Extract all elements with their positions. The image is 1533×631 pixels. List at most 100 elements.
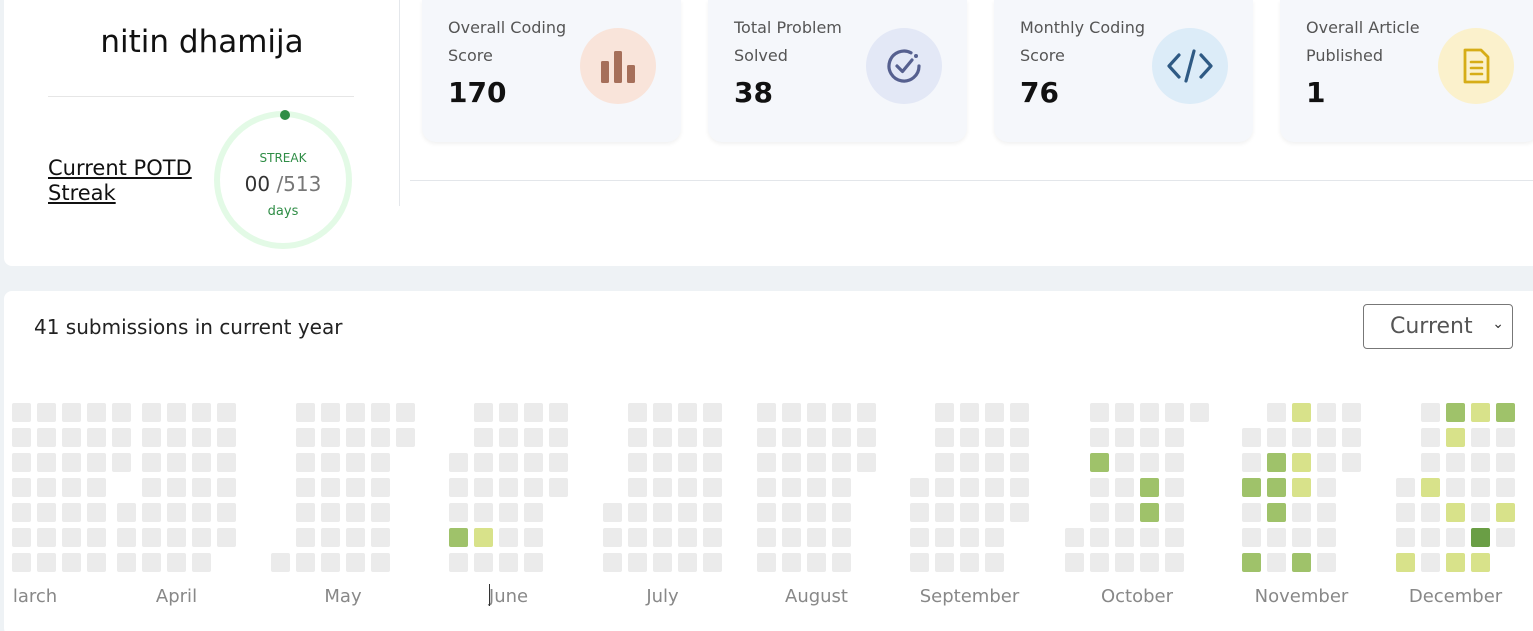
heatmap-day-cell[interactable] [757,453,776,472]
heatmap-day-cell[interactable] [1317,403,1336,422]
heatmap-day-cell[interactable] [807,528,826,547]
heatmap-day-cell[interactable] [1115,403,1134,422]
heatmap-day-cell[interactable] [910,553,929,572]
heatmap-day-cell[interactable] [782,503,801,522]
heatmap-day-cell[interactable] [1317,528,1336,547]
heatmap-day-cell[interactable] [12,403,31,422]
heatmap-day-cell[interactable] [142,528,161,547]
heatmap-day-cell[interactable] [296,503,315,522]
heatmap-day-cell[interactable] [1292,553,1311,572]
heatmap-day-cell[interactable] [1242,503,1261,522]
heatmap-day-cell[interactable] [346,478,365,497]
heatmap-day-cell[interactable] [346,403,365,422]
heatmap-day-cell[interactable] [37,428,56,447]
heatmap-day-cell[interactable] [549,428,568,447]
heatmap-day-cell[interactable] [1010,428,1029,447]
heatmap-day-cell[interactable] [87,528,106,547]
heatmap-day-cell[interactable] [524,553,543,572]
heatmap-day-cell[interactable] [653,453,672,472]
heatmap-day-cell[interactable] [832,453,851,472]
heatmap-day-cell[interactable] [935,453,954,472]
heatmap-day-cell[interactable] [1421,403,1440,422]
heatmap-day-cell[interactable] [524,503,543,522]
heatmap-day-cell[interactable] [167,428,186,447]
heatmap-day-cell[interactable] [678,528,697,547]
heatmap-day-cell[interactable] [321,553,340,572]
heatmap-day-cell[interactable] [678,428,697,447]
heatmap-day-cell[interactable] [910,503,929,522]
heatmap-day-cell[interactable] [499,403,518,422]
heatmap-day-cell[interactable] [1421,503,1440,522]
heatmap-day-cell[interactable] [321,428,340,447]
heatmap-day-cell[interactable] [807,428,826,447]
heatmap-day-cell[interactable] [1010,453,1029,472]
heatmap-day-cell[interactable] [62,503,81,522]
heatmap-day-cell[interactable] [703,403,722,422]
heatmap-day-cell[interactable] [1471,428,1490,447]
heatmap-day-cell[interactable] [1165,478,1184,497]
heatmap-day-cell[interactable] [653,478,672,497]
heatmap-day-cell[interactable] [321,528,340,547]
heatmap-day-cell[interactable] [1446,553,1465,572]
heatmap-day-cell[interactable] [142,403,161,422]
heatmap-day-cell[interactable] [1140,478,1159,497]
heatmap-day-cell[interactable] [1496,403,1515,422]
heatmap-day-cell[interactable] [782,428,801,447]
heatmap-day-cell[interactable] [678,403,697,422]
heatmap-day-cell[interactable] [1165,453,1184,472]
heatmap-day-cell[interactable] [1496,528,1515,547]
heatmap-day-cell[interactable] [87,428,106,447]
heatmap-day-cell[interactable] [960,553,979,572]
heatmap-day-cell[interactable] [1317,428,1336,447]
heatmap-day-cell[interactable] [12,528,31,547]
heatmap-day-cell[interactable] [296,553,315,572]
heatmap-day-cell[interactable] [1471,453,1490,472]
heatmap-day-cell[interactable] [628,528,647,547]
heatmap-day-cell[interactable] [371,478,390,497]
heatmap-day-cell[interactable] [474,528,493,547]
heatmap-day-cell[interactable] [1471,528,1490,547]
heatmap-day-cell[interactable] [628,503,647,522]
heatmap-day-cell[interactable] [1267,403,1286,422]
heatmap-day-cell[interactable] [1165,403,1184,422]
heatmap-day-cell[interactable] [1446,453,1465,472]
heatmap-day-cell[interactable] [1115,453,1134,472]
heatmap-day-cell[interactable] [321,478,340,497]
heatmap-day-cell[interactable] [603,503,622,522]
heatmap-day-cell[interactable] [167,503,186,522]
heatmap-day-cell[interactable] [985,478,1004,497]
heatmap-day-cell[interactable] [1396,478,1415,497]
heatmap-day-cell[interactable] [703,553,722,572]
heatmap-day-cell[interactable] [757,553,776,572]
heatmap-day-cell[interactable] [37,453,56,472]
heatmap-day-cell[interactable] [910,528,929,547]
heatmap-day-cell[interactable] [935,428,954,447]
heatmap-day-cell[interactable] [371,503,390,522]
heatmap-day-cell[interactable] [346,503,365,522]
heatmap-day-cell[interactable] [296,428,315,447]
heatmap-day-cell[interactable] [167,453,186,472]
heatmap-day-cell[interactable] [985,403,1004,422]
heatmap-day-cell[interactable] [87,403,106,422]
heatmap-day-cell[interactable] [1267,503,1286,522]
heatmap-day-cell[interactable] [703,503,722,522]
heatmap-day-cell[interactable] [474,503,493,522]
heatmap-day-cell[interactable] [474,428,493,447]
heatmap-day-cell[interactable] [807,403,826,422]
heatmap-day-cell[interactable] [117,528,136,547]
heatmap-day-cell[interactable] [12,478,31,497]
heatmap-day-cell[interactable] [37,403,56,422]
heatmap-day-cell[interactable] [87,553,106,572]
heatmap-day-cell[interactable] [167,403,186,422]
heatmap-day-cell[interactable] [1471,553,1490,572]
heatmap-day-cell[interactable] [857,428,876,447]
heatmap-day-cell[interactable] [167,478,186,497]
heatmap-day-cell[interactable] [1090,478,1109,497]
heatmap-day-cell[interactable] [832,553,851,572]
heatmap-day-cell[interactable] [37,528,56,547]
heatmap-day-cell[interactable] [1090,553,1109,572]
heatmap-day-cell[interactable] [1317,453,1336,472]
heatmap-day-cell[interactable] [935,528,954,547]
heatmap-day-cell[interactable] [62,428,81,447]
heatmap-day-cell[interactable] [499,453,518,472]
